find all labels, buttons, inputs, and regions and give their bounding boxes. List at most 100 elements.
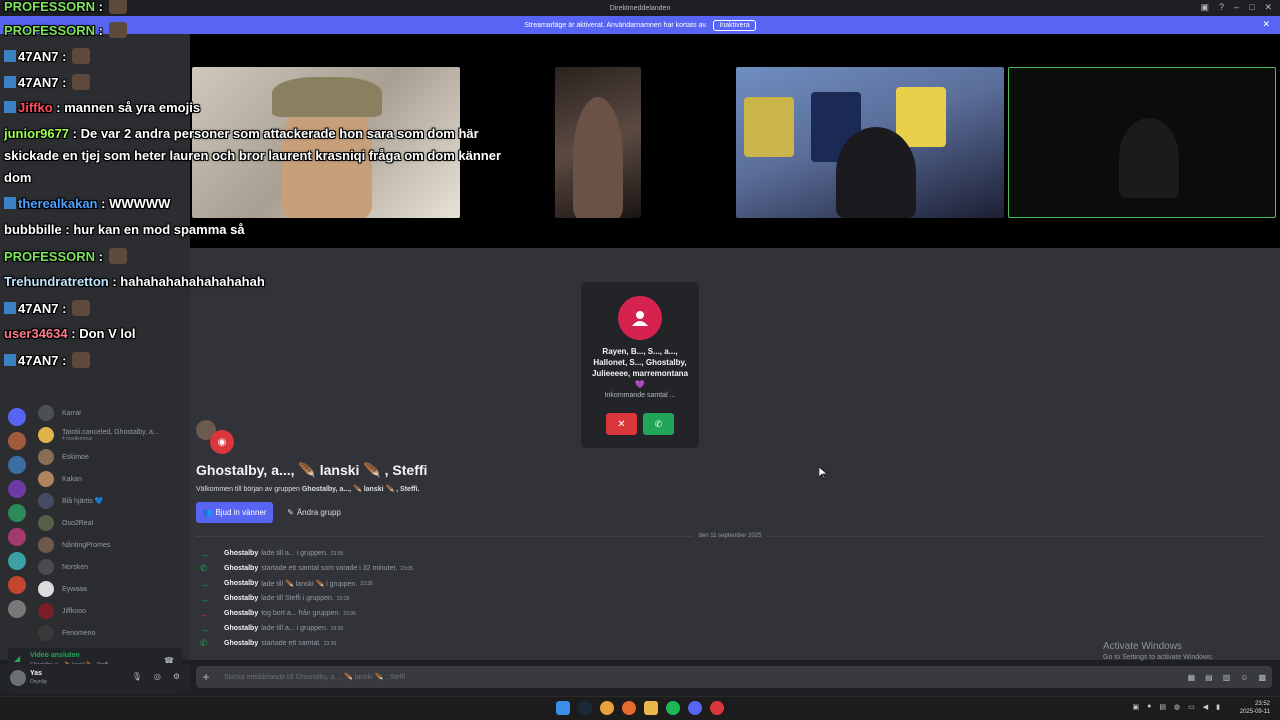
chat-username: Trehundratretton	[4, 274, 109, 289]
date-divider: den 11 september 2025	[196, 531, 1264, 541]
gif-icon[interactable]: ▤	[1205, 673, 1213, 682]
close-icon[interactable]: ✕	[1264, 2, 1272, 13]
phone-icon: ✆	[654, 418, 663, 429]
list-item[interactable]: Kakan	[38, 468, 159, 490]
help-icon[interactable]: ?	[1219, 2, 1224, 13]
message-composer[interactable]: + Skicka meddelande till Ghostalby, a...…	[196, 666, 1272, 688]
steam-icon[interactable]	[578, 701, 592, 715]
group-avatar	[618, 296, 662, 340]
list-item[interactable]: Norsken	[38, 556, 159, 578]
chat-username: 47AN7	[18, 353, 59, 368]
apps-icon[interactable]: ▩	[1258, 673, 1266, 682]
title-bar: Direktmeddelanden ▣ ? – □ ✕	[0, 0, 1280, 16]
inbox-icon[interactable]: ▣	[1200, 2, 1209, 13]
voice-status[interactable]: Video ansluten	[30, 652, 80, 659]
settings-gear-icon[interactable]: ⚙	[173, 672, 180, 681]
server-icon[interactable]	[8, 432, 26, 450]
server-icon[interactable]	[8, 480, 26, 498]
chat-message: Jiffko : mannen så yra emojis	[4, 100, 200, 115]
chat-text: De var 2 andra personer som attackerade …	[80, 126, 479, 141]
streamer-mode-text: Streamarläge är aktiverat. Användarnamne…	[524, 21, 708, 29]
video-tile[interactable]	[736, 67, 1004, 218]
chat-username: Jiffko	[18, 100, 53, 115]
list-item[interactable]: Jiffkooo	[38, 600, 159, 622]
attach-plus-icon[interactable]: +	[196, 670, 216, 684]
group-title: Ghostalby, a..., 🪶 lanski 🪶 , Steffi	[196, 462, 428, 478]
firefox-icon[interactable]	[622, 701, 636, 715]
list-item: → Ghostalby lade till 🪶 lanski 🪶 i gruppen…	[200, 578, 373, 589]
username: Yas	[30, 670, 43, 677]
start-icon[interactable]	[556, 701, 570, 715]
server-icon[interactable]	[8, 528, 26, 546]
emote-icon	[108, 248, 127, 264]
badge-icon	[4, 101, 16, 113]
windows-activation-watermark: Activate Windows Go to Settings to activ…	[1103, 641, 1214, 661]
chrome-icon[interactable]	[600, 701, 614, 715]
arrow-right-icon: →	[200, 548, 209, 559]
chat-username: junior9677	[4, 126, 70, 141]
gift-icon[interactable]: ▦	[1188, 673, 1196, 682]
server-icon[interactable]	[8, 552, 26, 570]
user-status: Osynlig	[30, 679, 47, 685]
signal-icon: ◢	[14, 654, 21, 663]
headphones-icon[interactable]: ◎	[154, 672, 161, 681]
edit-group-button[interactable]: ✎ Ändra grupp	[281, 502, 347, 523]
clock[interactable]: 23:52 2025-09-11	[1240, 700, 1270, 716]
server-icon[interactable]	[8, 576, 26, 594]
chat-message: Trehundratretton : hahahahahahahahahah	[4, 274, 265, 289]
emoji-icon[interactable]: ☺	[1240, 673, 1248, 682]
microphone-icon[interactable]: 🎙	[132, 672, 142, 681]
accept-call-button[interactable]: ✆	[643, 413, 674, 435]
list-item[interactable]: Eskimoe	[38, 446, 159, 468]
volume-icon[interactable]: ◀	[1203, 703, 1208, 711]
list-item[interactable]: Tatotii.canceled, Ghostalby, a... 4 medle…	[38, 424, 159, 446]
arrow-right-icon: →	[200, 623, 209, 634]
list-item: → Ghostalby lade till a... i gruppen. 23:05	[200, 548, 344, 559]
list-item[interactable]: NåntingPromes	[38, 534, 159, 556]
tray-icon[interactable]: ◍	[1174, 703, 1180, 711]
chat-message: PROFESSORN :	[4, 0, 127, 14]
message-input[interactable]: Skicka meddelande till Ghostalby, a..., …	[224, 673, 405, 681]
server-icon[interactable]	[8, 408, 26, 426]
disable-streamer-mode-button[interactable]: Inaktivera	[713, 19, 756, 31]
mic-icon[interactable]: ●	[1147, 703, 1151, 711]
window-title: Direktmeddelanden	[609, 4, 671, 12]
avatar[interactable]	[10, 670, 26, 686]
chat-username: 47AN7	[18, 75, 59, 90]
app-icon[interactable]	[710, 701, 724, 715]
chat-message: 47AN7 :	[4, 300, 91, 316]
list-item[interactable]: Eywaaa	[38, 578, 159, 600]
battery-icon[interactable]: ▮	[1216, 703, 1220, 711]
video-tile[interactable]	[1008, 67, 1276, 218]
list-item[interactable]: Oso2Real	[38, 512, 159, 534]
call-status: Inkommande samtal ...	[604, 392, 676, 399]
chat-username: therealkakan	[18, 196, 98, 211]
list-item[interactable]: Fenomeno	[38, 622, 159, 644]
invite-friends-button[interactable]: 👥 Bjud in vänner	[196, 502, 273, 523]
minimize-icon[interactable]: –	[1234, 2, 1239, 13]
chat-text: dom	[4, 170, 32, 185]
spotify-icon[interactable]	[666, 701, 680, 715]
chat-text: hur kan en mod spamma så	[73, 222, 245, 237]
user-panel: Yas Osynlig 🎙 ◎ ⚙	[0, 664, 190, 692]
banner-close-icon[interactable]: ✕	[1262, 19, 1270, 30]
pencil-icon: ✎	[287, 508, 294, 517]
video-tile[interactable]	[192, 67, 460, 218]
list-item[interactable]: Karrar	[38, 402, 159, 424]
decline-call-button[interactable]: ✕	[606, 413, 637, 435]
network-icon[interactable]: ▭	[1188, 703, 1195, 711]
server-icon[interactable]	[8, 456, 26, 474]
list-item[interactable]: Blå hjärtis 💙	[38, 490, 159, 512]
video-tile[interactable]	[555, 67, 641, 218]
sticker-icon[interactable]: ▧	[1223, 673, 1231, 682]
server-icon[interactable]	[8, 504, 26, 522]
chat-message: PROFESSORN :	[4, 248, 127, 264]
emote-icon	[108, 0, 127, 14]
maximize-icon[interactable]: □	[1249, 2, 1254, 13]
folder-icon[interactable]	[644, 701, 658, 715]
discord-icon[interactable]	[688, 701, 702, 715]
chat-message: dom	[4, 170, 31, 185]
tray-icon[interactable]: ▤	[1159, 703, 1166, 711]
tray-icon[interactable]: ▣	[1133, 703, 1140, 711]
server-icon[interactable]	[8, 600, 26, 618]
